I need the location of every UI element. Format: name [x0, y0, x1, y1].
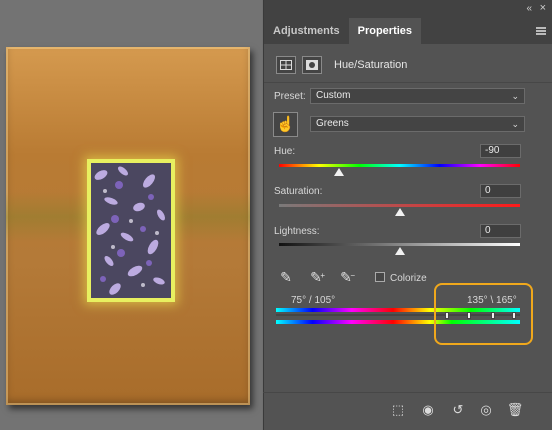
floral-image — [91, 163, 171, 298]
lightness-label: Lightness: — [274, 226, 320, 237]
chevron-down-icon: ⌄ — [511, 119, 519, 129]
floral-pattern — [91, 163, 171, 298]
preset-value: Custom — [316, 90, 351, 101]
targeted-adjustment-hand-icon[interactable]: ☝ — [273, 112, 298, 137]
panel-collapse-bar: « × — [264, 0, 552, 18]
divider — [264, 82, 552, 83]
adjustment-layer-icon[interactable] — [276, 56, 296, 74]
saturation-slider-track[interactable] — [279, 204, 520, 207]
eyedropper-icon[interactable]: ✎ — [276, 267, 296, 287]
trash-icon[interactable]: 🗑 — [505, 402, 525, 418]
hue-value-field[interactable]: -90 — [480, 144, 521, 158]
adjustment-title: Hue/Saturation — [334, 59, 408, 71]
eyedropper-add-icon[interactable]: ✎ + — [306, 267, 326, 287]
eye-icon[interactable]: ◎ — [476, 402, 496, 418]
close-icon[interactable]: × — [540, 2, 546, 14]
hue-slider-thumb[interactable] — [334, 168, 345, 176]
hue-label: Hue: — [274, 146, 296, 157]
lightness-value-field[interactable]: 0 — [480, 224, 521, 238]
menu-icon[interactable] — [536, 27, 546, 35]
double-chevron-left-icon[interactable]: « — [526, 3, 532, 14]
artboard — [6, 47, 250, 405]
view-previous-state-icon[interactable]: ◉ — [418, 402, 438, 418]
lightness-slider-track[interactable] — [279, 243, 520, 246]
highlight-annotation — [434, 283, 533, 345]
preset-select[interactable]: Custom ⌄ — [310, 88, 525, 104]
adjustment-header: Hue/Saturation — [276, 54, 407, 76]
saturation-label: Saturation: — [274, 186, 323, 197]
hue-slider-track[interactable] — [279, 164, 520, 167]
range-left-readout: 75° / 105° — [291, 295, 336, 306]
saturation-value-field[interactable]: 0 — [480, 184, 521, 198]
channel-value: Greens — [316, 118, 349, 129]
panel-tabs: Adjustments Properties — [264, 18, 552, 44]
reset-icon[interactable]: ↺ — [448, 402, 468, 418]
tab-adjustments[interactable]: Adjustments — [264, 18, 349, 44]
chevron-down-icon: ⌄ — [511, 91, 519, 101]
tab-properties[interactable]: Properties — [348, 18, 422, 44]
colorize-label: Colorize — [390, 273, 427, 284]
saturation-slider-thumb[interactable] — [394, 208, 405, 216]
lightness-slider-thumb[interactable] — [394, 247, 405, 255]
image-frame — [87, 159, 175, 302]
channel-select[interactable]: Greens ⌄ — [310, 116, 525, 132]
eyedropper-subtract-icon[interactable]: ✎ − — [336, 267, 356, 287]
preset-label: Preset: — [274, 91, 306, 102]
document-canvas[interactable] — [0, 0, 262, 430]
mask-icon[interactable] — [302, 56, 322, 74]
clip-to-layer-icon[interactable]: ⬚ — [388, 402, 408, 418]
colorize-checkbox[interactable] — [375, 272, 385, 282]
